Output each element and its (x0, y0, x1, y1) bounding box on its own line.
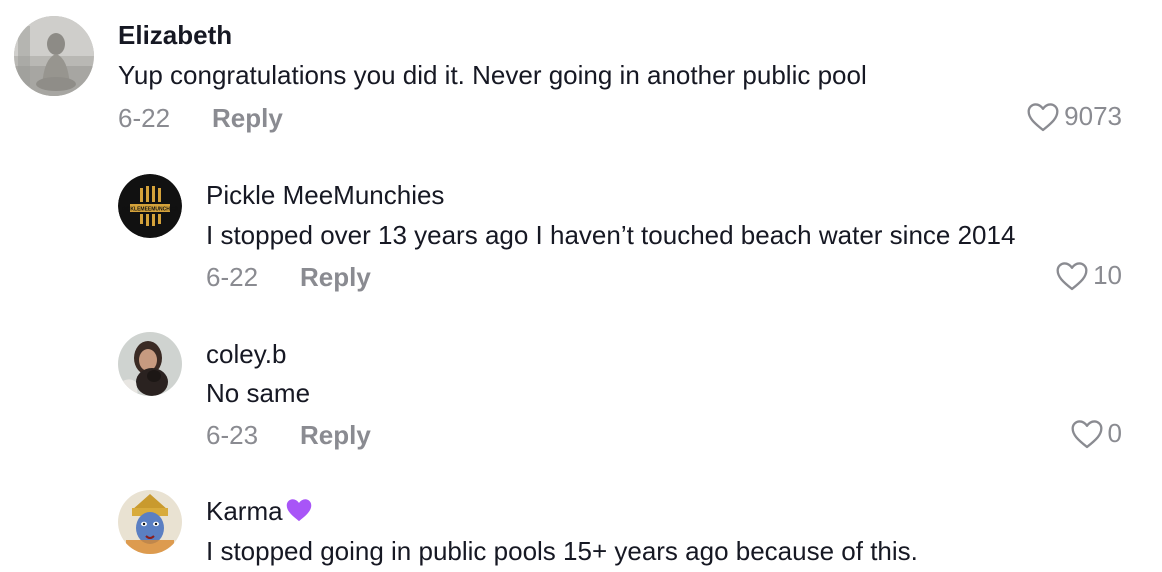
like-button[interactable]: 9073 (1026, 101, 1122, 132)
like-count: 0 (1107, 418, 1122, 448)
avatar[interactable] (14, 16, 94, 96)
like-count: 9073 (1064, 101, 1122, 131)
comment-date: 6-23 (206, 420, 259, 450)
avatar[interactable]: PICKLEMEEMUNCHIES (118, 174, 182, 238)
purple-heart-icon (285, 497, 313, 530)
comment-text: I stopped over 13 years ago I haven’t to… (206, 220, 1016, 250)
avatar[interactable] (118, 332, 182, 396)
comment-text: No same (206, 378, 311, 408)
avatar[interactable] (118, 490, 182, 554)
heart-icon (1071, 419, 1103, 448)
username[interactable]: Karma (206, 496, 313, 530)
heart-icon (1056, 261, 1088, 290)
comment-text: Yup congratulations you did it. Never go… (118, 60, 867, 90)
comment-text: I stopped going in public pools 15+ year… (206, 536, 918, 566)
logo-avatar-image: PICKLEMEEMUNCHIES (118, 174, 182, 238)
logo-text: PICKLEMEEMUNCHIES (122, 207, 179, 213)
reply-button[interactable]: Reply (212, 103, 283, 134)
like-button[interactable]: 10 (1055, 260, 1122, 291)
comment-date: 6-22 (118, 103, 171, 133)
username[interactable]: Elizabeth (118, 20, 232, 51)
heart-icon (1027, 102, 1059, 131)
comment-date: 6-22 (206, 262, 259, 292)
like-button[interactable]: 0 (1070, 418, 1122, 449)
statue-avatar-image (14, 16, 94, 96)
deity-avatar-image (118, 490, 182, 554)
username[interactable]: coley.b (206, 339, 286, 370)
like-count: 10 (1093, 260, 1122, 290)
username-text: Karma (206, 496, 283, 526)
reply-button[interactable]: Reply (300, 262, 371, 293)
reply-button[interactable]: Reply (300, 420, 371, 451)
username[interactable]: Pickle MeeMunchies (206, 180, 444, 211)
person-dog-avatar-image (118, 332, 182, 396)
